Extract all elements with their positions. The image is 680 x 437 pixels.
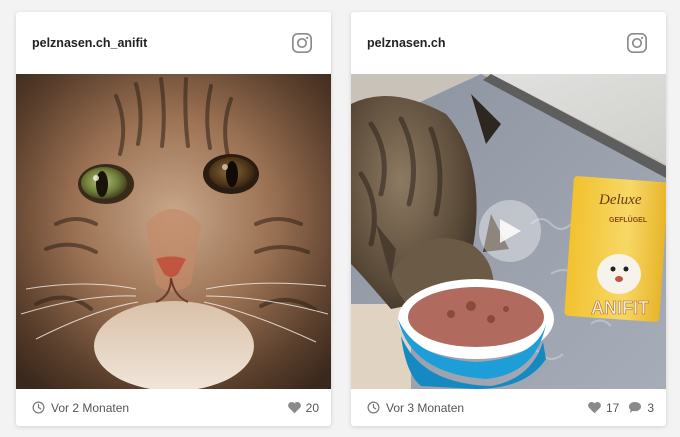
post-timestamp: Vor 2 Monaten (32, 401, 129, 415)
post-card[interactable]: pelznasen.ch Deluxe GEFLÜGEL ANIFIT Vor … (351, 12, 666, 426)
cat-face-photo (16, 74, 331, 389)
time-ago-label: Vor 3 Monaten (386, 400, 465, 415)
like-count: 17 (605, 400, 620, 415)
product-brand-text: Deluxe (598, 192, 642, 208)
post-header: pelznasen.ch_anifit (16, 12, 331, 74)
comment-icon[interactable] (628, 401, 642, 414)
time-ago-label: Vor 2 Monaten (51, 400, 130, 415)
instagram-icon[interactable] (626, 32, 648, 54)
post-username[interactable]: pelznasen.ch (367, 36, 446, 50)
post-card[interactable]: pelznasen.ch_anifit Vor 2 Monaten 20 (16, 12, 331, 426)
post-video[interactable]: Deluxe GEFLÜGEL ANIFIT (351, 74, 666, 389)
clock-icon (32, 401, 45, 414)
comment-count: 3 (647, 400, 654, 415)
play-button[interactable] (479, 200, 541, 262)
like-count: 20 (305, 400, 319, 415)
heart-icon[interactable] (287, 401, 302, 414)
post-username[interactable]: pelznasen.ch_anifit (32, 36, 147, 50)
instagram-icon[interactable] (291, 32, 313, 54)
product-sub-text: GEFLÜGEL (609, 215, 648, 224)
clock-icon (367, 401, 380, 414)
play-icon (500, 219, 521, 243)
post-footer: Vor 2 Monaten 20 (16, 389, 331, 426)
heart-icon[interactable] (587, 401, 602, 414)
post-header: pelznasen.ch (351, 12, 666, 74)
post-timestamp: Vor 3 Monaten (367, 401, 464, 415)
product-logo-text: ANIFIT (591, 298, 649, 318)
post-footer: Vor 3 Monaten 17 3 (351, 389, 666, 426)
post-image[interactable] (16, 74, 331, 389)
post-stats: 20 (287, 401, 319, 415)
post-stats: 17 3 (587, 401, 654, 415)
